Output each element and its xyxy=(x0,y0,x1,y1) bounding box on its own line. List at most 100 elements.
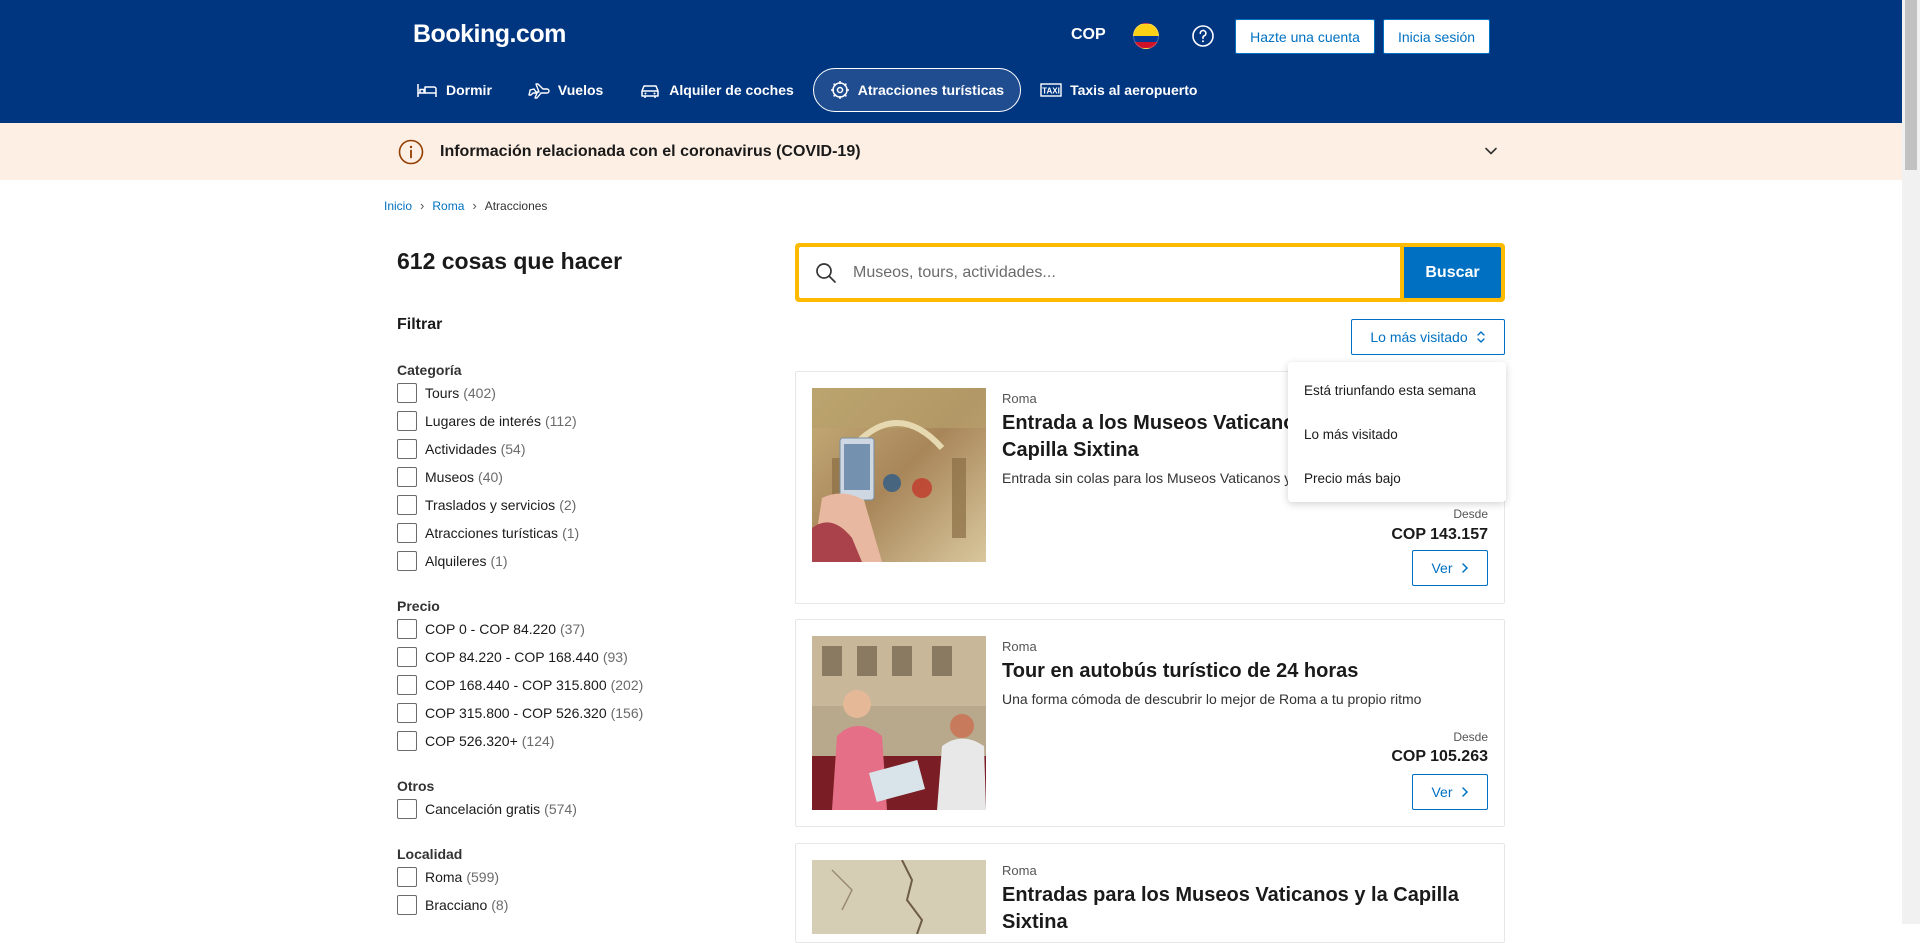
chevron-right-icon: › xyxy=(420,198,425,213)
filter-option-count: (574) xyxy=(544,801,577,817)
attraction-image[interactable] xyxy=(812,860,986,934)
checkbox[interactable] xyxy=(397,495,417,515)
filter-option-label: COP 0 - COP 84.220 xyxy=(425,621,556,637)
search-input-wrapper[interactable] xyxy=(799,247,1400,298)
search-button[interactable]: Buscar xyxy=(1404,247,1501,298)
filter-group-title-category: Categoría xyxy=(397,362,462,378)
nav-attractions[interactable]: Atracciones turísticas xyxy=(812,68,1022,112)
signup-button[interactable]: Hazte una cuenta xyxy=(1235,19,1375,54)
sort-option-most-visited[interactable]: Lo más visitado xyxy=(1288,412,1506,456)
price-from-label: Desde xyxy=(1453,730,1488,744)
filter-option[interactable]: COP 168.440 - COP 315.800 (202) xyxy=(397,671,643,699)
sort-dropdown-button[interactable]: Lo más visitado xyxy=(1351,319,1505,355)
filter-group-title-locality: Localidad xyxy=(397,846,463,862)
filter-option[interactable]: Alquileres (1) xyxy=(397,547,579,575)
filter-option-label: Tours xyxy=(425,385,460,401)
checkbox[interactable] xyxy=(397,619,417,639)
filter-option[interactable]: COP 315.800 - COP 526.320 (156) xyxy=(397,699,643,727)
filter-option[interactable]: Tours (402) xyxy=(397,379,579,407)
filter-option[interactable]: Traslados y servicios (2) xyxy=(397,491,579,519)
taxi-icon: TAXI xyxy=(1040,83,1062,97)
filter-group-title-other: Otros xyxy=(397,778,435,794)
plane-icon xyxy=(528,83,550,99)
filter-option[interactable]: Lugares de interés (112) xyxy=(397,407,579,435)
filter-option-label: Cancelación gratis xyxy=(425,801,541,817)
attraction-location: Roma xyxy=(1002,391,1037,406)
nav-airport-taxis[interactable]: TAXI Taxis al aeropuerto xyxy=(1023,68,1214,112)
filter-option[interactable]: Cancelación gratis (574) xyxy=(397,795,577,823)
checkbox[interactable] xyxy=(397,411,417,431)
attraction-card[interactable]: Roma Entradas para los Museos Vaticanos … xyxy=(795,843,1505,943)
car-icon xyxy=(641,85,660,98)
checkbox[interactable] xyxy=(397,523,417,543)
svg-text:TAXI: TAXI xyxy=(1042,87,1060,96)
sort-option-trending[interactable]: Está triunfando esta semana xyxy=(1288,368,1506,412)
checkbox[interactable] xyxy=(397,703,417,723)
page-scrollbar[interactable] xyxy=(1902,0,1920,924)
search-bar: Buscar xyxy=(795,243,1505,302)
filter-option[interactable]: COP 84.220 - COP 168.440 (93) xyxy=(397,643,643,671)
breadcrumb-home[interactable]: Inicio xyxy=(384,199,412,213)
filter-option[interactable]: Atracciones turísticas (1) xyxy=(397,519,579,547)
checkbox[interactable] xyxy=(397,675,417,695)
checkbox[interactable] xyxy=(397,867,417,887)
checkbox[interactable] xyxy=(397,731,417,751)
booking-logo[interactable]: Booking.com xyxy=(413,20,566,49)
bed-icon xyxy=(417,84,437,97)
nav-flights[interactable]: Vuelos xyxy=(511,68,620,112)
filter-option-label: COP 84.220 - COP 168.440 xyxy=(425,649,599,665)
sort-chevron-icon xyxy=(1476,331,1485,343)
filter-option-count: (124) xyxy=(521,733,555,749)
checkbox[interactable] xyxy=(397,383,417,403)
filter-option[interactable]: COP 526.320+ (124) xyxy=(397,727,643,755)
attraction-title[interactable]: Entradas para los Museos Vaticanos y la … xyxy=(1002,882,1482,936)
filter-option[interactable]: Roma (599) xyxy=(397,863,508,891)
sort-option-lowest-price[interactable]: Precio más bajo xyxy=(1288,456,1506,500)
filter-option-count: (599) xyxy=(466,869,500,885)
filter-option[interactable]: Actividades (54) xyxy=(397,435,579,463)
filter-option-count: (37) xyxy=(560,621,585,637)
login-button[interactable]: Inicia sesión xyxy=(1383,19,1490,54)
attraction-image[interactable] xyxy=(812,636,986,810)
nav-car-rental[interactable]: Alquiler de coches xyxy=(622,68,810,112)
chevron-down-icon[interactable] xyxy=(1483,143,1499,159)
attraction-title[interactable]: Tour en autobús turístico de 24 horas xyxy=(1002,658,1482,685)
search-input[interactable] xyxy=(853,247,1400,298)
filter-option-count: (202) xyxy=(610,677,644,693)
filter-option-label: Lugares de interés xyxy=(425,413,541,429)
checkbox[interactable] xyxy=(397,551,417,571)
breadcrumb-city[interactable]: Roma xyxy=(432,199,464,213)
currency-selector[interactable]: COP xyxy=(1071,26,1106,44)
checkbox[interactable] xyxy=(397,439,417,459)
view-button-label: Ver xyxy=(1431,784,1453,800)
checkbox[interactable] xyxy=(397,647,417,667)
filter-option-count: (1) xyxy=(490,553,508,569)
checkbox[interactable] xyxy=(397,799,417,819)
nav-stays[interactable]: Dormir xyxy=(399,68,509,112)
attraction-location: Roma xyxy=(1002,863,1037,878)
view-button[interactable]: Ver xyxy=(1412,774,1488,810)
scrollbar-thumb[interactable] xyxy=(1905,0,1917,170)
checkbox[interactable] xyxy=(397,467,417,487)
filter-option-label: Bracciano xyxy=(425,897,488,913)
help-icon[interactable] xyxy=(1191,24,1215,48)
colombia-flag-icon[interactable] xyxy=(1133,23,1159,49)
results-count-title: 612 cosas que hacer xyxy=(397,248,623,274)
view-button[interactable]: Ver xyxy=(1412,550,1488,586)
breadcrumb-current: Atracciones xyxy=(484,198,548,213)
filter-list-category: Tours (402) Lugares de interés (112) Activ… xyxy=(397,379,579,575)
checkbox[interactable] xyxy=(397,895,417,915)
attraction-image[interactable] xyxy=(812,388,986,562)
filter-option[interactable]: COP 0 - COP 84.220 (37) xyxy=(397,615,643,643)
filter-option-label: Traslados y servicios xyxy=(425,497,556,513)
covid-banner[interactable]: Información relacionada con el coronavir… xyxy=(0,123,1902,180)
nav-car-rental-label: Alquiler de coches xyxy=(669,82,794,98)
filter-option[interactable]: Museos (40) xyxy=(397,463,579,491)
filter-option-label: COP 168.440 - COP 315.800 xyxy=(425,677,607,693)
attraction-location: Roma xyxy=(1002,639,1037,654)
nav-attractions-label: Atracciones turísticas xyxy=(857,82,1005,98)
sort-dropdown-menu: Está triunfando esta semana Lo más visit… xyxy=(1288,362,1506,502)
filter-option[interactable]: Bracciano (8) xyxy=(397,891,508,919)
filter-option-count: (402) xyxy=(463,385,496,401)
attraction-card[interactable]: Roma Tour en autobús turístico de 24 hor… xyxy=(795,619,1505,827)
